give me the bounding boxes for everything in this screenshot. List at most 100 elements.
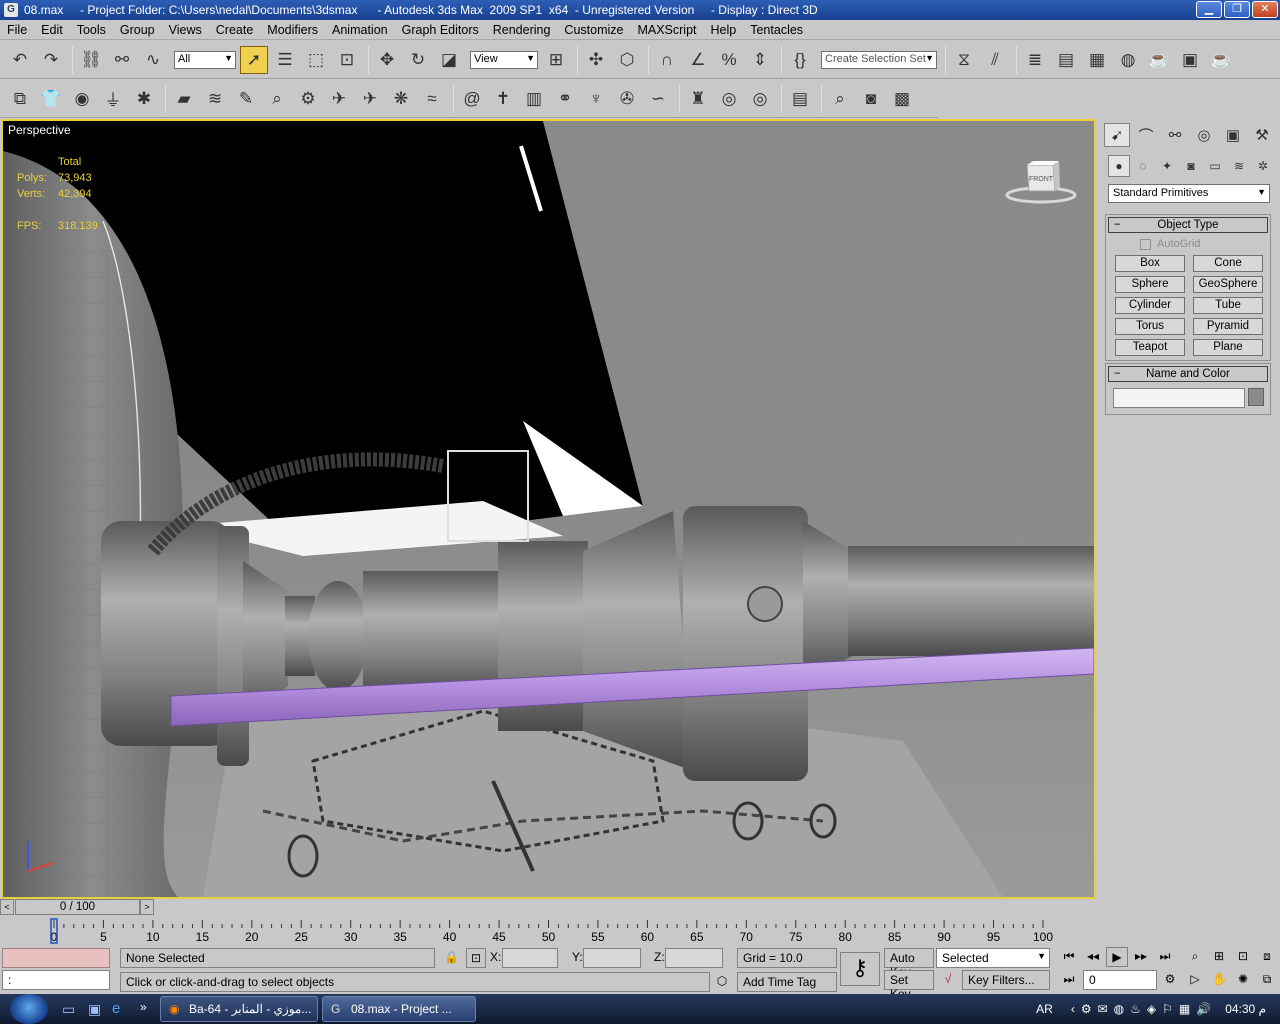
hair-tool-icon[interactable]: ◎ bbox=[715, 85, 743, 113]
close-button[interactable]: ✕ bbox=[1252, 1, 1278, 18]
start-button[interactable] bbox=[10, 994, 48, 1024]
object-color-swatch[interactable] bbox=[1248, 388, 1264, 406]
cloth-shirt-icon[interactable]: 👕 bbox=[37, 85, 65, 113]
angle-snap-icon[interactable]: ∠ bbox=[684, 46, 712, 74]
shirt-tool-icon[interactable]: ♜ bbox=[684, 85, 712, 113]
utilities-tab-icon[interactable]: ⚒ bbox=[1249, 123, 1275, 147]
camera-icon[interactable]: ◙ bbox=[857, 85, 885, 113]
keyboard-shortcut-override-icon[interactable]: ⬡ bbox=[613, 46, 641, 74]
named-selection-set-dropdown[interactable]: Create Selection Set ▼ bbox=[821, 50, 937, 69]
time-slider-thumb[interactable]: 0 / 100 bbox=[15, 899, 140, 915]
shapes-icon[interactable]: ◌ bbox=[1132, 155, 1154, 177]
percent-snap-icon[interactable]: % bbox=[715, 46, 743, 74]
switch-windows-icon[interactable]: ▣ bbox=[88, 1001, 101, 1018]
show-desktop-icon[interactable]: ▭ bbox=[62, 1001, 75, 1018]
tray-app-icon[interactable]: ⚐ bbox=[1162, 1002, 1173, 1016]
pivot-center-icon[interactable]: ⊞ bbox=[542, 46, 570, 74]
quick-launch-overflow-icon[interactable]: » bbox=[140, 1000, 147, 1014]
next-frame-icon[interactable]: > bbox=[140, 899, 154, 915]
time-tag-icon[interactable]: ⬡ bbox=[712, 972, 732, 992]
menu-edit[interactable]: Edit bbox=[34, 23, 70, 37]
set-key-button[interactable]: Set Key bbox=[884, 970, 934, 1001]
minimize-button[interactable]: ▁ bbox=[1196, 1, 1222, 18]
tray-app-icon[interactable]: ◍ bbox=[1114, 1002, 1124, 1016]
notes-icon[interactable]: ▤ bbox=[786, 85, 814, 113]
rectangular-selection-icon[interactable]: ⬚ bbox=[302, 46, 330, 74]
layers-stack-icon[interactable]: ≋ bbox=[201, 85, 229, 113]
cylinder-button[interactable]: Cylinder bbox=[1115, 297, 1185, 314]
mirror-icon[interactable]: ⧖ bbox=[950, 46, 978, 74]
select-and-link-icon[interactable]: ⛓ bbox=[77, 46, 105, 74]
select-manipulate-icon[interactable]: ✣ bbox=[582, 46, 610, 74]
tray-expand-icon[interactable]: ‹ bbox=[1071, 1002, 1075, 1016]
bind-to-space-warp-icon[interactable]: ∿ bbox=[139, 46, 167, 74]
helpers-icon[interactable]: ▭ bbox=[1204, 155, 1226, 177]
zoom-extents-icon[interactable]: ⊡ bbox=[1232, 947, 1254, 967]
render-setup-icon[interactable]: ☕ bbox=[1145, 46, 1173, 74]
menu-help[interactable]: Help bbox=[704, 23, 744, 37]
viewport-label[interactable]: Perspective bbox=[8, 123, 71, 137]
space-warps-icon[interactable]: ≋ bbox=[1228, 155, 1250, 177]
auto-key-button[interactable]: Auto Key bbox=[884, 948, 934, 979]
menu-customize[interactable]: Customize bbox=[557, 23, 630, 37]
eraser-tool-icon[interactable]: ▰ bbox=[170, 85, 198, 113]
key-mode-dropdown[interactable]: Selected ▼ bbox=[936, 948, 1050, 968]
teapot-button[interactable]: Teapot bbox=[1115, 339, 1185, 356]
hierarchy-tab-icon[interactable]: ⚯ bbox=[1162, 123, 1188, 147]
selection-filter-dropdown[interactable]: All ▼ bbox=[174, 50, 236, 69]
zoom-extents-all-icon[interactable]: ⧈ bbox=[1256, 947, 1278, 967]
menu-file[interactable]: File bbox=[0, 23, 34, 37]
snap-toggle-icon[interactable]: ∩ bbox=[653, 46, 681, 74]
figure-tool-icon[interactable]: ✝ bbox=[489, 85, 517, 113]
film-strip-icon[interactable]: ▩ bbox=[888, 85, 916, 113]
bottle-tool-icon[interactable]: ▥ bbox=[520, 85, 548, 113]
zoom-icon[interactable]: ⌕ bbox=[1184, 947, 1206, 967]
current-frame-field[interactable]: 0 bbox=[1083, 970, 1157, 990]
pen-tool-icon[interactable]: ✎ bbox=[232, 85, 260, 113]
field-of-view-icon[interactable]: ▷ bbox=[1184, 970, 1206, 990]
magnifier-tool-icon[interactable]: ⌕ bbox=[263, 85, 291, 113]
wheel-tool-icon[interactable]: ✇ bbox=[613, 85, 641, 113]
add-time-tag-button[interactable]: Add Time Tag bbox=[737, 972, 837, 992]
previous-frame-icon[interactable]: < bbox=[0, 899, 14, 915]
object-type-header[interactable]: − Object Type bbox=[1108, 217, 1268, 233]
cone-button[interactable]: Cone bbox=[1193, 255, 1263, 272]
play-icon[interactable]: ▶ bbox=[1106, 947, 1128, 967]
lock-selection-icon[interactable]: 🔒 bbox=[440, 948, 459, 968]
unlink-icon[interactable]: ⚯ bbox=[108, 46, 136, 74]
spinner-snap-icon[interactable]: ⇕ bbox=[746, 46, 774, 74]
internet-explorer-icon[interactable]: e bbox=[112, 1000, 120, 1017]
menu-tools[interactable]: Tools bbox=[70, 23, 113, 37]
quick-render-icon[interactable]: ☕ bbox=[1207, 46, 1235, 74]
curve-editor-icon[interactable]: ▤ bbox=[1052, 46, 1080, 74]
redo-icon[interactable]: ↷ bbox=[37, 46, 65, 74]
layer-manager-icon[interactable]: ≣ bbox=[1021, 46, 1049, 74]
torus-button[interactable]: Torus bbox=[1115, 318, 1185, 335]
plane-button[interactable]: Plane bbox=[1193, 339, 1263, 356]
menu-rendering[interactable]: Rendering bbox=[486, 23, 558, 37]
maxscript-listener-mini[interactable] bbox=[2, 948, 110, 968]
key-mode-toggle-icon[interactable]: ⏭ bbox=[1058, 970, 1080, 990]
menu-tentacles[interactable]: Tentacles bbox=[743, 23, 810, 37]
tube-button[interactable]: Tube bbox=[1193, 297, 1263, 314]
menu-views[interactable]: Views bbox=[162, 23, 209, 37]
track-bar-ruler[interactable]: 0 5 10 15 20 25 30 35 40 45 50 55 60 65 70 75 80 85 90 95 10… bbox=[0, 916, 1100, 946]
go-to-start-icon[interactable]: ⏮ bbox=[1058, 947, 1080, 967]
perspective-viewport[interactable]: Perspective Total Polys: 73,943 Verts: 42,… bbox=[1, 119, 1096, 899]
viewcube-icon[interactable]: FRONT bbox=[1005, 159, 1077, 205]
select-and-rotate-icon[interactable]: ↻ bbox=[404, 46, 432, 74]
x-coordinate-field[interactable] bbox=[502, 948, 558, 968]
motion-tab-icon[interactable]: ◎ bbox=[1191, 123, 1217, 147]
systems-icon[interactable]: ✲ bbox=[1252, 155, 1274, 177]
next-key-icon[interactable]: ▸▸ bbox=[1130, 947, 1152, 967]
z-coordinate-field[interactable] bbox=[665, 948, 723, 968]
geosphere-button[interactable]: GeoSphere bbox=[1193, 276, 1263, 293]
select-object-icon[interactable]: ➚ bbox=[240, 45, 268, 74]
maximize-button[interactable]: ❐ bbox=[1224, 1, 1250, 18]
set-key-icon[interactable]: ⚷ bbox=[840, 952, 880, 986]
display-tab-icon[interactable]: ▣ bbox=[1220, 123, 1246, 147]
material-editor-icon[interactable]: ◍ bbox=[1114, 46, 1142, 74]
3dsmax-app-icon[interactable]: G bbox=[4, 3, 18, 17]
wave-tool-icon[interactable]: ≈ bbox=[418, 85, 446, 113]
sphere-button[interactable]: Sphere bbox=[1115, 276, 1185, 293]
